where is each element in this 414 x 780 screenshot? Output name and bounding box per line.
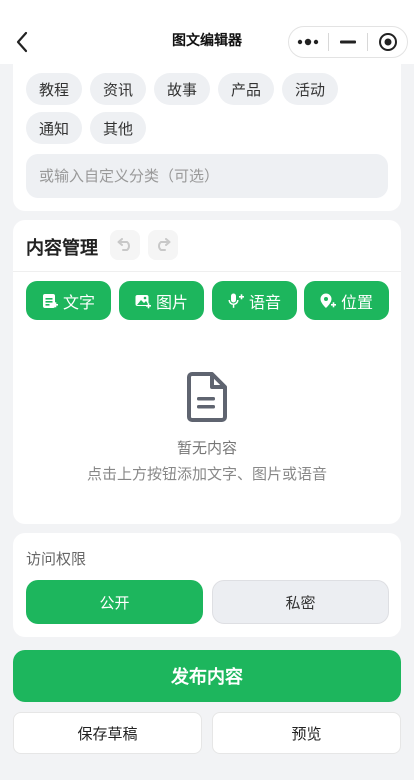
custom-category-input[interactable] [26, 154, 388, 198]
add-text-label: 文字 [62, 292, 95, 312]
access-private-button[interactable]: 私密 [212, 580, 389, 624]
add-voice-button[interactable]: 语音 [212, 281, 297, 320]
publish-button[interactable]: 发布内容 [13, 650, 401, 702]
image-add-icon [135, 294, 151, 308]
empty-state-hint: 点击上方按钮添加文字、图片或语音 [86, 465, 327, 483]
category-chip[interactable]: 活动 [282, 73, 339, 105]
more-button[interactable] [289, 27, 328, 57]
category-chip[interactable]: 产品 [218, 73, 275, 105]
minimize-button[interactable] [329, 27, 368, 57]
more-dots-icon [298, 38, 319, 46]
capsule-menu [288, 26, 408, 58]
undo-icon [117, 238, 130, 251]
empty-state-title: 暂无内容 [176, 439, 237, 457]
document-icon [187, 372, 227, 422]
add-location-label: 位置 [340, 292, 373, 312]
add-voice-label: 语音 [248, 292, 281, 312]
access-label: 访问权限 [26, 550, 87, 568]
content-card: 内容管理 文字 图片 语音 位置 暂无内容 点击上方按钮添加文字、图片或语音 [13, 220, 401, 524]
add-text-button[interactable]: 文字 [26, 281, 111, 320]
category-card: 教程 资讯 故事 产品 活动 通知 其他 [13, 64, 401, 211]
add-image-button[interactable]: 图片 [119, 281, 204, 320]
mic-icon [228, 293, 244, 308]
preview-button[interactable]: 预览 [212, 712, 401, 754]
text-doc-icon [42, 293, 58, 308]
category-chip[interactable]: 资讯 [90, 73, 147, 105]
redo-icon [158, 238, 171, 251]
location-pin-icon [320, 293, 336, 308]
category-chip[interactable]: 其他 [90, 112, 147, 144]
navigation-bar: 图文编辑器 [0, 0, 414, 64]
close-miniprogram-button[interactable] [368, 27, 407, 57]
add-location-button[interactable]: 位置 [304, 281, 389, 320]
save-draft-button[interactable]: 保存草稿 [13, 712, 202, 754]
undo-button[interactable] [110, 230, 140, 260]
content-header: 内容管理 [13, 220, 401, 272]
category-chip[interactable]: 故事 [154, 73, 211, 105]
category-chip[interactable]: 教程 [26, 73, 83, 105]
add-image-label: 图片 [155, 292, 188, 312]
target-circle-icon [378, 33, 397, 51]
minimize-icon [340, 40, 356, 44]
access-public-button[interactable]: 公开 [26, 580, 203, 624]
access-card: 访问权限 公开 私密 [13, 533, 401, 637]
category-chip[interactable]: 通知 [26, 112, 83, 144]
redo-button[interactable] [148, 230, 178, 260]
content-title: 内容管理 [26, 238, 98, 259]
